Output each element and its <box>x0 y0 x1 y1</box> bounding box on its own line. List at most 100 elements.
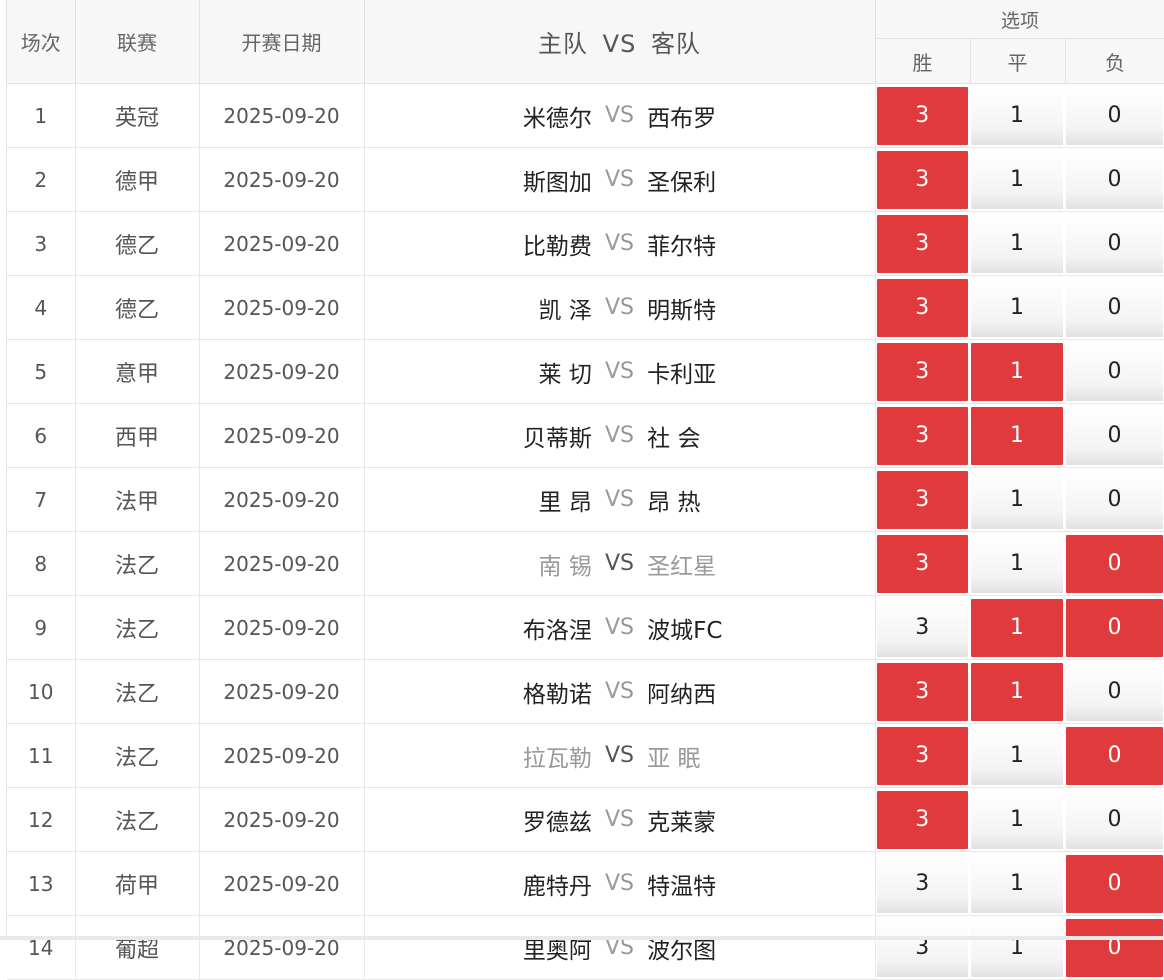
draw-option-button[interactable]: 1 <box>971 791 1063 849</box>
matchup: 南 锡 VS 圣红星 <box>365 547 875 581</box>
win-option-button[interactable]: 3 <box>876 343 968 401</box>
league-name: 德乙 <box>75 211 200 276</box>
draw-option-button[interactable]: 1 <box>971 471 1063 529</box>
draw-option-cell: 1 <box>970 147 1065 212</box>
matchup-cell: 比勒费 VS 菲尔特 <box>364 211 876 276</box>
table-row: 12 法乙 2025-09-20 罗德兹 VS 克莱蒙 3 1 0 <box>7 787 1164 852</box>
league-name: 法乙 <box>75 531 200 596</box>
draw-option-button[interactable]: 1 <box>971 535 1063 593</box>
matchup: 莱 切 VS 卡利亚 <box>365 355 875 389</box>
matchup-cell: 斯图加 VS 圣保利 <box>364 147 876 212</box>
matchup: 斯图加 VS 圣保利 <box>365 163 875 197</box>
win-option-cell: 3 <box>875 531 970 596</box>
draw-option-button[interactable]: 1 <box>971 279 1063 337</box>
match-number: 1 <box>7 83 76 148</box>
win-option-button[interactable]: 3 <box>876 151 968 209</box>
matchup: 贝蒂斯 VS 社 会 <box>365 419 875 453</box>
vs-label: VS <box>604 359 634 384</box>
draw-option-button[interactable]: 1 <box>971 87 1063 145</box>
win-option-button[interactable]: 3 <box>876 855 968 913</box>
loss-option-button[interactable]: 0 <box>1066 343 1164 401</box>
win-option-button[interactable]: 3 <box>876 215 968 273</box>
win-option-button[interactable]: 3 <box>876 663 968 721</box>
draw-option-button[interactable]: 1 <box>971 663 1063 721</box>
loss-option-button[interactable]: 0 <box>1066 151 1164 209</box>
header-league: 联赛 <box>75 0 200 84</box>
league-name: 法甲 <box>75 467 200 532</box>
loss-option-button[interactable]: 0 <box>1066 471 1164 529</box>
win-option-button[interactable]: 3 <box>876 87 968 145</box>
away-team: 菲尔特 <box>647 233 717 260</box>
draw-option-button[interactable]: 1 <box>971 919 1063 977</box>
loss-option-button[interactable]: 0 <box>1066 663 1164 721</box>
match-number: 5 <box>7 339 76 404</box>
home-team: 布洛涅 <box>522 617 592 644</box>
win-option-button[interactable]: 3 <box>876 727 968 785</box>
loss-option-button[interactable]: 0 <box>1066 215 1164 273</box>
loss-option-button[interactable]: 0 <box>1066 407 1164 465</box>
draw-option-cell: 1 <box>970 339 1065 404</box>
header-win: 胜 <box>875 38 971 84</box>
vs-label: VS <box>604 487 634 512</box>
draw-option-button[interactable]: 1 <box>971 599 1063 657</box>
draw-option-button[interactable]: 1 <box>971 727 1063 785</box>
match-date: 2025-09-20 <box>199 851 365 916</box>
draw-option-button[interactable]: 1 <box>971 215 1063 273</box>
vs-label: VS <box>604 231 634 256</box>
header-options: 选项 <box>875 0 1164 39</box>
draw-option-button[interactable]: 1 <box>971 151 1063 209</box>
away-team: 社 会 <box>647 425 701 452</box>
match-number: 11 <box>7 723 76 788</box>
matchup-cell: 凯 泽 VS 明斯特 <box>364 275 876 340</box>
win-option-button[interactable]: 3 <box>876 791 968 849</box>
match-number: 10 <box>7 659 76 724</box>
draw-option-cell: 1 <box>970 83 1065 148</box>
header-index: 场次 <box>7 0 76 84</box>
draw-option-cell: 1 <box>970 723 1065 788</box>
loss-option-button[interactable]: 0 <box>1066 791 1164 849</box>
loss-option-button[interactable]: 0 <box>1066 919 1164 977</box>
match-number: 2 <box>7 147 76 212</box>
loss-option-cell: 0 <box>1065 403 1164 468</box>
win-option-button[interactable]: 3 <box>876 279 968 337</box>
win-option-cell: 3 <box>875 787 970 852</box>
loss-option-cell: 0 <box>1065 275 1164 340</box>
header-home: 主队 <box>538 30 589 58</box>
win-option-cell: 3 <box>875 275 970 340</box>
home-team: 斯图加 <box>522 169 592 196</box>
matchup-cell: 拉瓦勒 VS 亚 眠 <box>364 723 876 788</box>
win-option-button[interactable]: 3 <box>876 599 968 657</box>
header-loss: 负 <box>1065 38 1164 84</box>
table-row: 10 法乙 2025-09-20 格勒诺 VS 阿纳西 3 1 0 <box>7 659 1164 724</box>
draw-option-cell: 1 <box>970 851 1065 916</box>
draw-option-cell: 1 <box>970 211 1065 276</box>
win-option-button[interactable]: 3 <box>876 535 968 593</box>
match-number: 12 <box>7 787 76 852</box>
league-name: 西甲 <box>75 403 200 468</box>
matchup-cell: 格勒诺 VS 阿纳西 <box>364 659 876 724</box>
draw-option-button[interactable]: 1 <box>971 343 1063 401</box>
horizontal-scrollbar[interactable] <box>0 936 1164 940</box>
loss-option-cell: 0 <box>1065 723 1164 788</box>
vs-label: VS <box>604 871 634 896</box>
win-option-button[interactable]: 3 <box>876 407 968 465</box>
matchup: 罗德兹 VS 克莱蒙 <box>365 803 875 837</box>
loss-option-button[interactable]: 0 <box>1066 599 1164 657</box>
away-team: 特温特 <box>647 873 717 900</box>
win-option-button[interactable]: 3 <box>876 471 968 529</box>
match-number: 6 <box>7 403 76 468</box>
loss-option-button[interactable]: 0 <box>1066 727 1164 785</box>
win-option-cell: 3 <box>875 83 970 148</box>
loss-option-button[interactable]: 0 <box>1066 855 1164 913</box>
away-team: 卡利亚 <box>647 361 717 388</box>
draw-option-button[interactable]: 1 <box>971 855 1063 913</box>
match-date: 2025-09-20 <box>199 275 365 340</box>
loss-option-button[interactable]: 0 <box>1066 535 1164 593</box>
matchup-cell: 布洛涅 VS 波城FC <box>364 595 876 660</box>
win-option-button[interactable]: 3 <box>876 919 968 977</box>
loss-option-button[interactable]: 0 <box>1066 87 1164 145</box>
loss-option-cell: 0 <box>1065 595 1164 660</box>
draw-option-button[interactable]: 1 <box>971 407 1063 465</box>
match-number: 13 <box>7 851 76 916</box>
loss-option-button[interactable]: 0 <box>1066 279 1164 337</box>
